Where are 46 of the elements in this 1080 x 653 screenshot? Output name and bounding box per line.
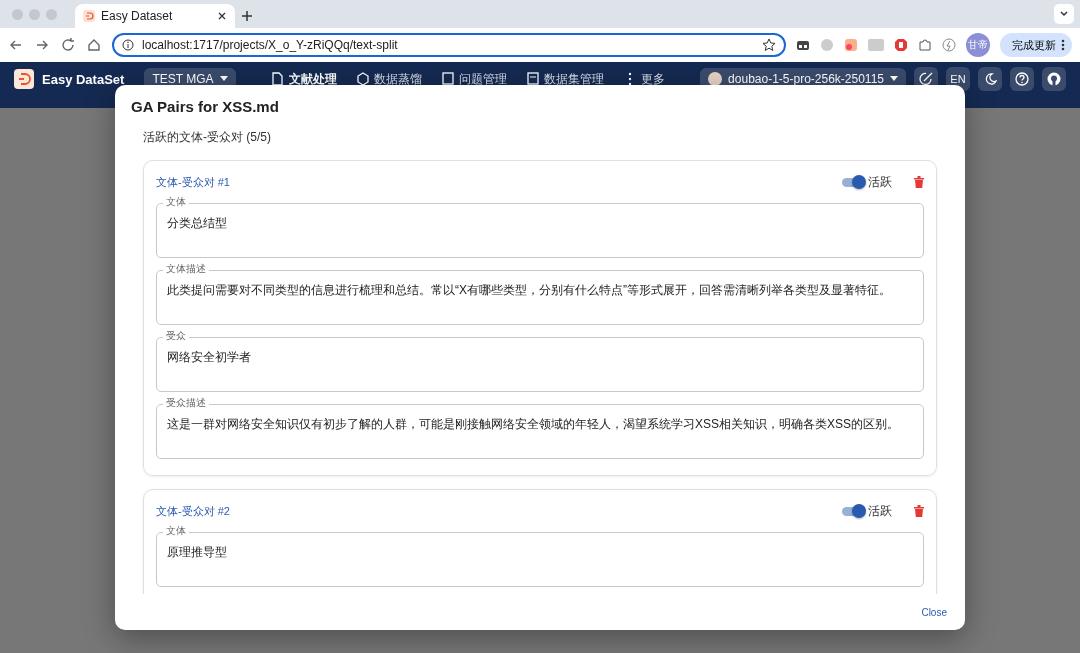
chevron-down-icon[interactable] bbox=[1059, 9, 1069, 19]
field-label: 受众 bbox=[163, 330, 189, 342]
close-button[interactable]: Close bbox=[919, 602, 949, 622]
pair-title: 文体-受众对 #2 bbox=[156, 503, 231, 519]
reload-icon[interactable] bbox=[60, 37, 76, 53]
field-label: 文体 bbox=[163, 525, 189, 537]
caret-icon bbox=[219, 76, 228, 82]
help-icon bbox=[1015, 72, 1029, 86]
switch-label: 活跃 bbox=[868, 502, 892, 520]
app-name: Easy DataSet bbox=[42, 71, 125, 87]
field-label: 文体描述 bbox=[163, 263, 209, 275]
bolt-icon[interactable] bbox=[942, 38, 956, 52]
nav-tab[interactable]: 数据集管理 bbox=[522, 67, 608, 91]
app-logo-icon bbox=[14, 69, 34, 89]
star-icon[interactable] bbox=[762, 38, 776, 52]
nav-tab[interactable]: 更多 bbox=[619, 67, 669, 91]
field-label: 文体 bbox=[163, 196, 189, 208]
nav-tab[interactable]: 问题管理 bbox=[437, 67, 511, 91]
home-icon[interactable] bbox=[86, 37, 102, 53]
app-logo-icon bbox=[83, 10, 95, 22]
active-switch[interactable] bbox=[842, 177, 864, 187]
trash-icon[interactable] bbox=[914, 505, 924, 517]
puzzle-icon[interactable] bbox=[918, 38, 932, 52]
theme-button[interactable] bbox=[978, 67, 1002, 91]
active-switch[interactable] bbox=[842, 506, 864, 516]
github-button[interactable] bbox=[1042, 67, 1066, 91]
extension-icon[interactable] bbox=[894, 38, 908, 52]
nav-tab[interactable]: 数据蒸馏 bbox=[352, 67, 426, 91]
dialog-title: GA Pairs for XSS.md bbox=[130, 97, 280, 117]
trash-icon[interactable] bbox=[914, 176, 924, 188]
help-button[interactable] bbox=[1010, 67, 1034, 91]
theme-icon bbox=[983, 72, 997, 86]
more-vertical-icon bbox=[1060, 38, 1066, 52]
browser-tab[interactable]: Easy Dataset bbox=[75, 4, 235, 28]
update-button[interactable]: 完成更新 bbox=[1000, 33, 1072, 57]
pair-title: 文体-受众对 #1 bbox=[156, 174, 231, 190]
dialog-subtitle: 活跃的文体-受众对 (5/5) bbox=[143, 129, 272, 146]
caret-icon bbox=[890, 76, 898, 82]
extension-icon[interactable] bbox=[796, 38, 810, 52]
nav-tab[interactable]: 文献处理 bbox=[267, 67, 341, 91]
avatar bbox=[708, 72, 723, 86]
field-label: 受众描述 bbox=[163, 397, 209, 409]
switch-label: 活跃 bbox=[868, 173, 892, 191]
address-bar[interactable]: localhost:1717/projects/X_o_Y-zRiQQq/text-split bbox=[112, 33, 786, 57]
info-icon bbox=[122, 39, 134, 51]
close-icon[interactable] bbox=[217, 11, 227, 21]
